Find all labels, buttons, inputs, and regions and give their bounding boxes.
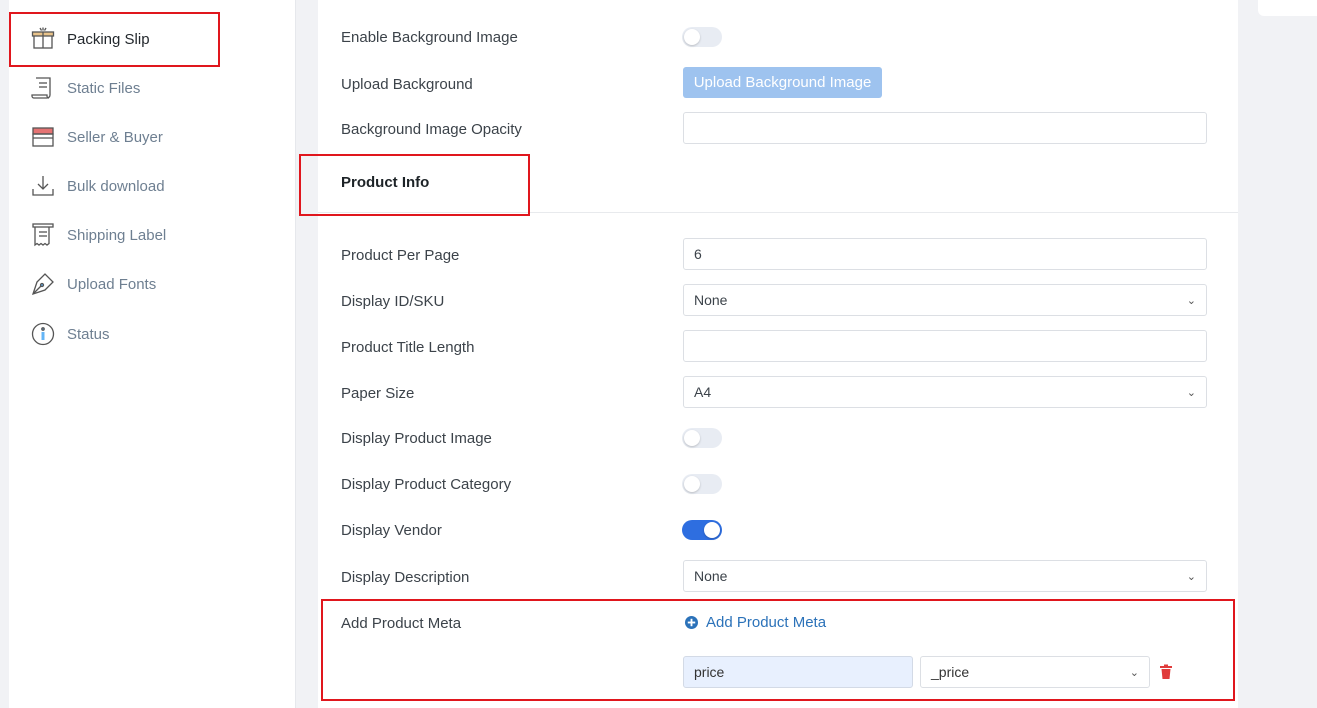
meta-key-input[interactable]: price	[683, 656, 913, 688]
box-icon	[29, 25, 57, 53]
display-vendor-label: Display Vendor	[341, 522, 442, 539]
paper-size-label: Paper Size	[341, 385, 415, 402]
sidebar-item-label: Upload Fonts	[67, 275, 157, 293]
add-product-meta-label: Add Product Meta	[341, 615, 462, 632]
sidebar-item-label: Seller & Buyer	[67, 128, 163, 146]
toggle-knob	[684, 476, 700, 492]
toggle-knob	[684, 29, 700, 45]
bg-opacity-label: Background Image Opacity	[341, 121, 522, 138]
select-value: None	[694, 568, 728, 584]
upload-bg-image-button[interactable]: Upload Background Image	[683, 67, 882, 98]
display-id-sku-label: Display ID/SKU	[341, 293, 445, 310]
info-icon	[29, 320, 57, 348]
display-product-image-toggle[interactable]	[682, 428, 722, 448]
section-divider	[318, 212, 1238, 213]
display-description-select[interactable]: None ⌄	[683, 560, 1207, 592]
product-per-page-input[interactable]: 6	[683, 238, 1207, 270]
sidebar-item-status[interactable]: Status	[9, 314, 269, 354]
sidebar-item-static-files[interactable]: Static Files	[9, 68, 269, 108]
chevron-down-icon: ⌄	[1129, 666, 1139, 679]
display-description-label: Display Description	[341, 569, 470, 586]
select-value: None	[694, 292, 728, 308]
select-value: A4	[694, 384, 712, 400]
plus-circle-icon	[685, 616, 698, 629]
chevron-down-icon: ⌄	[1186, 294, 1196, 307]
store-icon	[29, 123, 57, 151]
sidebar-item-seller-buyer[interactable]: Seller & Buyer	[9, 117, 269, 157]
corner-panel	[1258, 0, 1317, 16]
add-product-meta-button[interactable]: Add Product Meta	[685, 614, 826, 631]
product-title-length-label: Product Title Length	[341, 339, 475, 356]
add-product-meta-link-label: Add Product Meta	[706, 614, 827, 631]
paper-size-select[interactable]: A4 ⌄	[683, 376, 1207, 408]
sidebar-item-label: Shipping Label	[67, 226, 167, 244]
chevron-down-icon: ⌄	[1186, 570, 1196, 583]
upload-bg-label: Upload Background	[341, 76, 473, 93]
sidebar-item-label: Bulk download	[67, 177, 165, 195]
download-icon	[29, 172, 57, 200]
pen-icon	[29, 270, 57, 298]
chevron-down-icon: ⌄	[1186, 386, 1196, 399]
sidebar-item-bulk-download[interactable]: Bulk download	[9, 166, 269, 206]
sidebar-item-packing-slip[interactable]: Packing Slip	[9, 19, 269, 59]
sidebar-item-label: Status	[67, 325, 110, 343]
section-title-product-info: Product Info	[341, 174, 430, 191]
select-value: _price	[931, 664, 970, 680]
settings-panel: Enable Background Image Upload Backgroun…	[318, 0, 1238, 708]
enable-bg-image-label: Enable Background Image	[341, 29, 518, 46]
display-id-sku-select[interactable]: None ⌄	[683, 284, 1207, 316]
display-vendor-toggle[interactable]	[682, 520, 722, 540]
sidebar-item-shipping-label[interactable]: Shipping Label	[9, 215, 269, 255]
sidebar-item-label: Packing Slip	[67, 30, 150, 48]
sidebar-item-upload-fonts[interactable]: Upload Fonts	[9, 264, 269, 304]
product-per-page-label: Product Per Page	[341, 247, 460, 264]
toggle-knob	[684, 430, 700, 446]
settings-sidebar: Packing Slip Static Files Seller & Buyer	[9, 0, 296, 708]
sidebar-item-label: Static Files	[67, 79, 141, 97]
trash-icon[interactable]	[1159, 664, 1173, 680]
document-icon	[29, 74, 57, 102]
display-product-category-label: Display Product Category	[341, 476, 512, 493]
receipt-icon	[29, 221, 57, 249]
enable-bg-image-toggle[interactable]	[682, 27, 722, 47]
product-title-length-input[interactable]	[683, 330, 1207, 362]
display-product-category-toggle[interactable]	[682, 474, 722, 494]
display-product-image-label: Display Product Image	[341, 430, 492, 447]
meta-value-select[interactable]: _price ⌄	[920, 656, 1150, 688]
bg-opacity-input[interactable]	[683, 112, 1207, 144]
toggle-knob	[704, 522, 720, 538]
